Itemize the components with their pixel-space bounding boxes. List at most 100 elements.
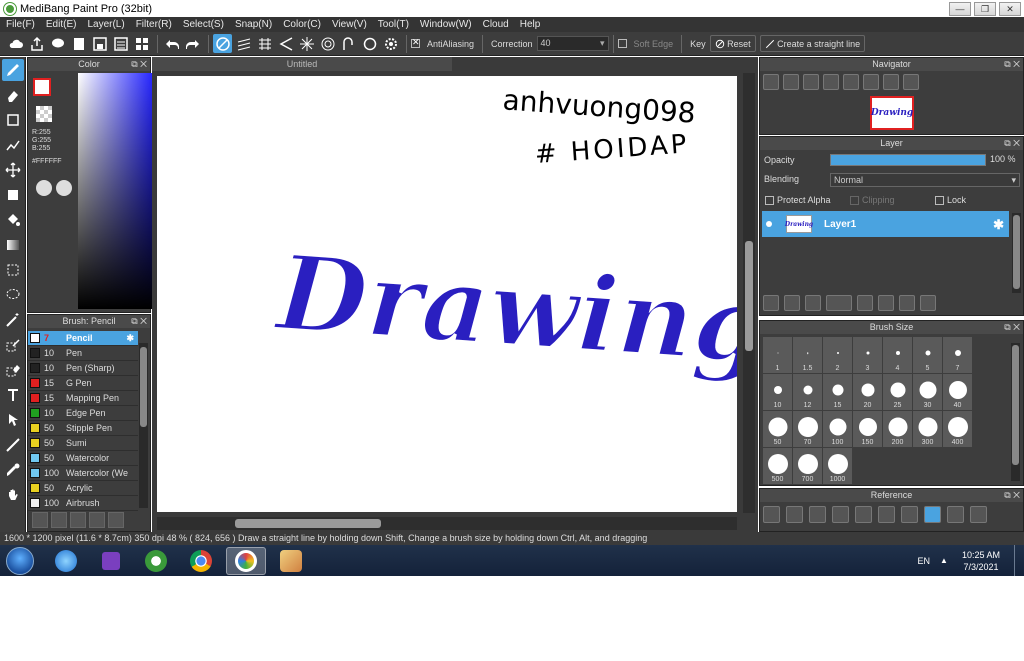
navigator-thumbnail[interactable]: Drawing bbox=[870, 96, 914, 130]
brush-size-cell[interactable]: 7 bbox=[943, 337, 972, 373]
zoom-search-icon[interactable] bbox=[763, 74, 779, 90]
vanishing-point-icon[interactable] bbox=[276, 34, 295, 53]
brush-size-cell[interactable]: 25 bbox=[883, 374, 912, 410]
brush-size-cell[interactable]: 5 bbox=[913, 337, 942, 373]
brush-size-cell[interactable]: 12 bbox=[793, 374, 822, 410]
maximize-button[interactable]: ❐ bbox=[974, 1, 996, 16]
zoom-out-icon[interactable] bbox=[823, 74, 839, 90]
brush-item[interactable]: 15 G Pen bbox=[28, 376, 138, 391]
brush-size-cell[interactable]: 1000 bbox=[823, 448, 852, 484]
snap-settings-icon[interactable] bbox=[381, 34, 400, 53]
palette-icon[interactable] bbox=[36, 180, 52, 196]
clipping-checkbox[interactable] bbox=[850, 195, 859, 205]
taskbar-medibang-icon[interactable] bbox=[226, 546, 266, 575]
menu-snap[interactable]: Snap(N) bbox=[235, 19, 272, 30]
reference-fit-icon[interactable] bbox=[855, 505, 872, 523]
layer-item[interactable]: Drawing Layer1 ✱ bbox=[762, 211, 1009, 237]
document-tab[interactable]: Untitled bbox=[152, 57, 452, 71]
lock-option[interactable]: Lock bbox=[935, 195, 1020, 205]
soft-edge-checkbox[interactable] bbox=[617, 39, 627, 48]
select-eraser-tool-icon[interactable] bbox=[2, 359, 24, 381]
brush-item[interactable]: 50 Watercolor bbox=[28, 451, 138, 466]
scrollbar-thumb[interactable] bbox=[235, 519, 381, 528]
comment-icon[interactable] bbox=[48, 34, 67, 53]
save-icon[interactable] bbox=[90, 34, 109, 53]
brush-size-cell[interactable]: 30 bbox=[913, 374, 942, 410]
brush-size-cell[interactable]: 300 bbox=[913, 411, 942, 447]
brush-item[interactable]: 7 Pencil ✱ bbox=[28, 331, 138, 346]
language-indicator[interactable]: EN bbox=[918, 556, 931, 566]
panel-float-close-icon[interactable]: ⧉ ✕ bbox=[1004, 489, 1020, 502]
document-icon[interactable] bbox=[69, 34, 88, 53]
brush-cloud-icon[interactable] bbox=[32, 512, 48, 528]
brush-copy-icon[interactable] bbox=[89, 512, 105, 528]
taskbar-paint-icon[interactable] bbox=[271, 547, 311, 575]
brush-size-cell[interactable]: 150 bbox=[853, 411, 882, 447]
brush-new-icon[interactable] bbox=[51, 512, 67, 528]
panel-float-close-icon[interactable]: ⧉ ✕ bbox=[1004, 137, 1020, 150]
grid-icon[interactable] bbox=[132, 34, 151, 53]
divide-tool-icon[interactable] bbox=[2, 434, 24, 456]
dot-tool-icon[interactable] bbox=[2, 109, 24, 131]
brush-settings-gear-icon[interactable]: ✱ bbox=[126, 333, 134, 344]
taskbar-coccoc-icon[interactable] bbox=[136, 547, 176, 575]
circle-snap-icon[interactable] bbox=[360, 34, 379, 53]
zoom-in-icon[interactable] bbox=[783, 74, 799, 90]
scrollbar-thumb[interactable] bbox=[1013, 215, 1020, 289]
move-tool-icon[interactable] bbox=[2, 159, 24, 181]
reference-cloud-icon[interactable] bbox=[763, 505, 780, 523]
material-icon[interactable] bbox=[111, 34, 130, 53]
menu-tool[interactable]: Tool(T) bbox=[378, 19, 409, 30]
parallel-snap-icon[interactable] bbox=[234, 34, 253, 53]
taskbar-visualstudio-icon[interactable] bbox=[91, 547, 131, 575]
menu-layer[interactable]: Layer(L) bbox=[87, 19, 124, 30]
foreground-color-swatch[interactable] bbox=[33, 78, 51, 96]
merge-layer-icon[interactable] bbox=[899, 295, 915, 311]
brush-size-cell[interactable]: 4 bbox=[883, 337, 912, 373]
menu-cloud[interactable]: Cloud bbox=[483, 19, 509, 30]
minimize-button[interactable]: — bbox=[949, 1, 971, 16]
canvas-horizontal-scrollbar[interactable] bbox=[157, 517, 737, 530]
menu-filter[interactable]: Filter(R) bbox=[136, 19, 172, 30]
cloud-icon[interactable] bbox=[6, 34, 25, 53]
brush-size-cell[interactable]: 2 bbox=[823, 337, 852, 373]
curve-snap-icon[interactable] bbox=[339, 34, 358, 53]
eyedropper-tool-icon[interactable] bbox=[2, 459, 24, 481]
brush-size-cell[interactable]: 700 bbox=[793, 448, 822, 484]
brush-size-scrollbar[interactable] bbox=[1011, 343, 1020, 481]
scrollbar-thumb[interactable] bbox=[1012, 345, 1019, 465]
menu-help[interactable]: Help bbox=[520, 19, 541, 30]
actual-size-icon[interactable] bbox=[843, 74, 859, 90]
bucket-tool-icon[interactable] bbox=[2, 209, 24, 231]
brush-size-cell[interactable]: 40 bbox=[943, 374, 972, 410]
gradation-tool-icon[interactable] bbox=[2, 234, 24, 256]
concentric-snap-icon[interactable] bbox=[318, 34, 337, 53]
new-layer-icon[interactable] bbox=[763, 295, 779, 311]
lock-checkbox[interactable] bbox=[935, 195, 944, 205]
fit-screen-icon[interactable] bbox=[803, 74, 819, 90]
new-8bit-layer-icon[interactable] bbox=[805, 295, 821, 311]
hand-tool-icon[interactable] bbox=[2, 484, 24, 506]
layer-list-scrollbar[interactable] bbox=[1012, 213, 1021, 293]
brush-size-cell[interactable]: 20 bbox=[853, 374, 882, 410]
operation-tool-icon[interactable] bbox=[2, 409, 24, 431]
brush-item[interactable]: 50 Acrylic bbox=[28, 481, 138, 496]
brush-add-icon[interactable] bbox=[70, 512, 86, 528]
brush-list-scrollbar[interactable] bbox=[139, 343, 148, 508]
brush-item[interactable]: 100 Watercolor (We bbox=[28, 466, 138, 481]
panel-float-close-icon[interactable]: ⧉ ✕ bbox=[131, 315, 147, 328]
reference-close-icon[interactable] bbox=[809, 505, 826, 523]
reference-zoom-in-icon[interactable] bbox=[832, 505, 849, 523]
taskbar-chrome-icon[interactable] bbox=[181, 547, 221, 575]
start-button-icon[interactable] bbox=[6, 546, 34, 575]
upload-icon[interactable] bbox=[27, 34, 46, 53]
fullscreen-icon[interactable] bbox=[863, 74, 879, 90]
panel-float-close-icon[interactable]: ⧉ ✕ bbox=[131, 58, 147, 71]
menu-window[interactable]: Window(W) bbox=[420, 19, 472, 30]
layer-folder-icon[interactable] bbox=[857, 295, 873, 311]
redo-icon[interactable] bbox=[183, 34, 202, 53]
layer-settings-gear-icon[interactable]: ✱ bbox=[993, 217, 1004, 233]
brush-item[interactable]: 10 Pen bbox=[28, 346, 138, 361]
brush-folder-icon[interactable] bbox=[108, 512, 124, 528]
brush-item[interactable]: 10 Pen (Sharp) bbox=[28, 361, 138, 376]
